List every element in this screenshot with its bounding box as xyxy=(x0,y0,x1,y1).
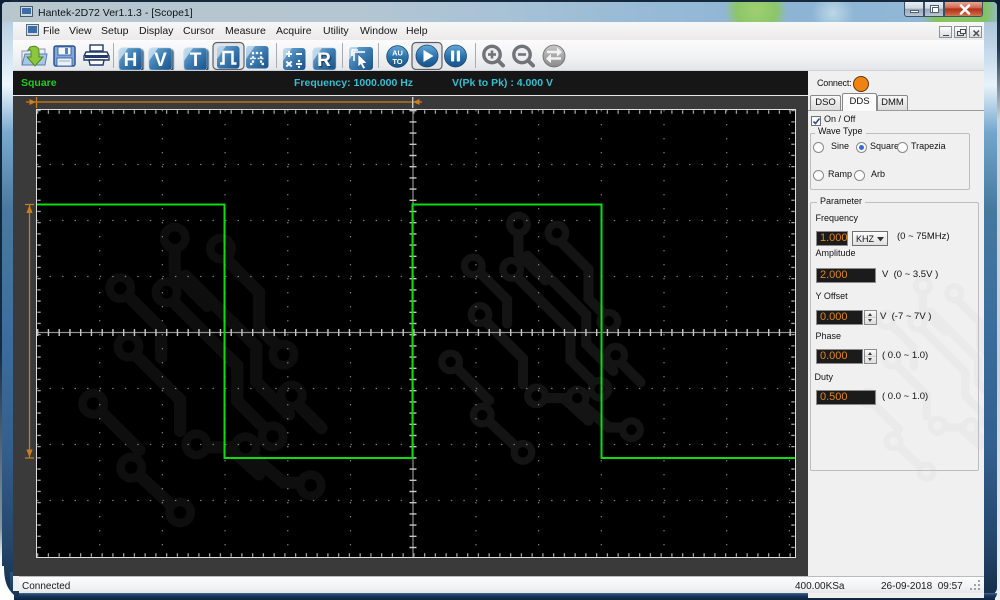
svg-text:R: R xyxy=(317,50,331,70)
svg-text:V: V xyxy=(154,50,167,70)
svg-text:TO: TO xyxy=(392,57,402,66)
svg-text:H: H xyxy=(124,50,138,70)
svg-text:T: T xyxy=(190,50,202,70)
